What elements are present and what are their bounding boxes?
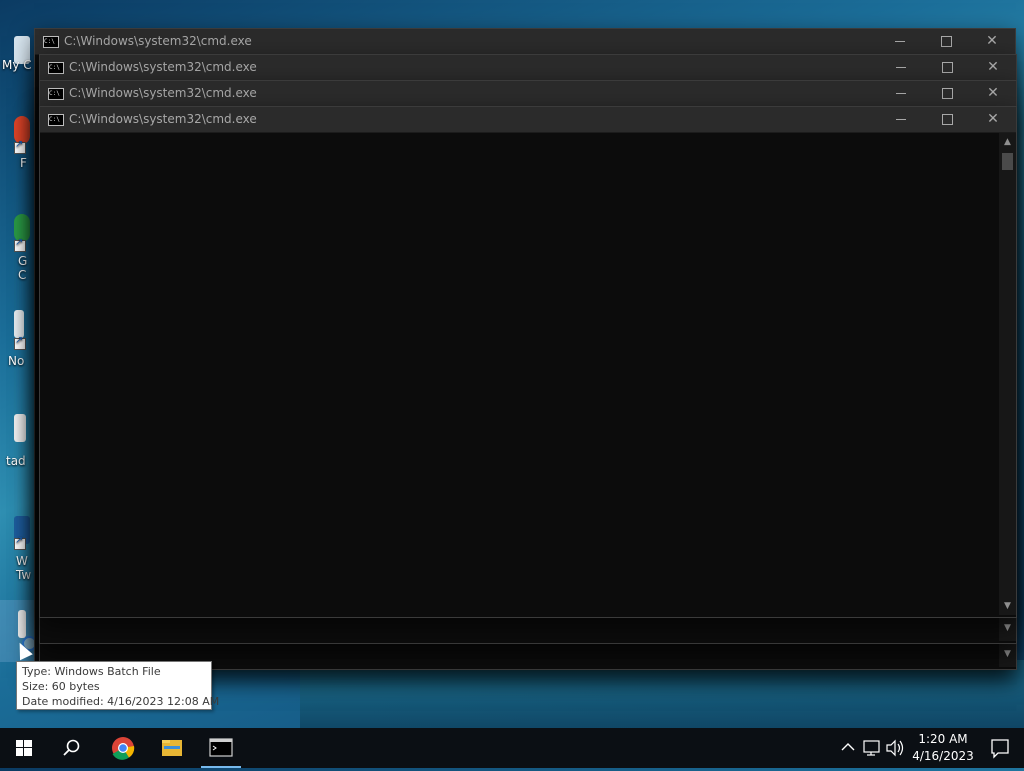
vertical-scrollbar[interactable]: ▼: [999, 641, 1016, 667]
close-button[interactable]: ✕: [970, 81, 1016, 106]
chevron-up-icon: [841, 743, 855, 751]
clock-date: 4/16/2023: [912, 749, 974, 763]
clock[interactable]: 1:20 AM 4/16/2023: [908, 731, 978, 765]
desktop-icon-w-tw[interactable]: W Tw: [0, 514, 34, 584]
maximize-icon: [941, 61, 953, 73]
cmd-icon: C:\: [48, 88, 64, 100]
notification-icon: [991, 739, 1009, 759]
minimize-icon: [896, 92, 906, 94]
windows-logo-icon: [16, 740, 32, 756]
taskbar-file-explorer[interactable]: [148, 728, 196, 768]
desktop-icon-firefox[interactable]: F: [0, 112, 34, 172]
minimize-icon: [896, 118, 906, 120]
file-tooltip: Type: Windows Batch File Size: 60 bytes …: [16, 661, 220, 710]
taskbar-chrome[interactable]: [99, 728, 147, 768]
shortcut-arrow-icon: [14, 139, 26, 154]
shortcut-arrow-icon: [14, 335, 26, 350]
desktop-icon-tad[interactable]: tad: [0, 412, 34, 470]
minimize-button[interactable]: [878, 107, 924, 132]
tooltip-type: Type: Windows Batch File: [22, 665, 161, 678]
cmd-icon: [209, 738, 233, 757]
cmd-window-front[interactable]: C:\ C:\Windows\system32\cmd.exe ✕ ▲ ▼: [39, 106, 1017, 618]
maximize-button[interactable]: [923, 29, 969, 54]
maximize-button[interactable]: [924, 55, 970, 80]
tooltip-size: Size: 60 bytes: [22, 680, 100, 693]
maximize-button[interactable]: [924, 81, 970, 106]
cmd-icon: C:\: [43, 36, 59, 48]
desktop-icon-notepad[interactable]: No: [0, 308, 34, 368]
batch-file-icon: [18, 610, 26, 638]
close-icon: ✕: [987, 111, 999, 127]
cmd-window-titlebar[interactable]: C:\ C:\Windows\system32\cmd.exe ✕: [40, 107, 1016, 133]
search-button[interactable]: [48, 728, 96, 768]
maximize-icon: [941, 113, 953, 125]
cmd-window-titlebar[interactable]: C:\ C:\Windows\system32\cmd.exe ✕: [35, 29, 1015, 55]
console-output-area[interactable]: [40, 133, 999, 617]
document-icon: [14, 414, 26, 442]
search-icon: [63, 739, 80, 756]
taskbar-cmd[interactable]: [197, 728, 245, 768]
close-button[interactable]: ✕: [970, 55, 1016, 80]
minimize-button[interactable]: [878, 81, 924, 106]
desktop-icon-my-computer[interactable]: My C: [0, 36, 34, 76]
cmd-window-titlebar[interactable]: C:\ C:\Windows\system32\cmd.exe ✕: [40, 55, 1016, 81]
maximize-button[interactable]: [924, 107, 970, 132]
clock-time: 1:20 AM: [918, 732, 968, 746]
scroll-up-icon[interactable]: ▲: [999, 137, 1016, 147]
shortcut-arrow-icon: [14, 535, 26, 550]
cmd-window-titlebar[interactable]: C:\ C:\Windows\system32\cmd.exe ✕: [40, 81, 1016, 107]
shortcut-arrow-icon: [14, 237, 26, 252]
close-button[interactable]: ✕: [969, 29, 1015, 54]
close-icon: ✕: [986, 33, 998, 49]
scroll-down-icon[interactable]: ▼: [999, 601, 1016, 611]
minimize-button[interactable]: [877, 29, 923, 54]
close-icon: ✕: [987, 85, 999, 101]
scroll-down-icon[interactable]: ▼: [999, 649, 1016, 659]
cmd-icon: C:\: [48, 114, 64, 126]
maximize-icon: [940, 35, 952, 47]
desktop-icon-google-chrome[interactable]: G C: [0, 212, 34, 286]
minimize-icon: [896, 66, 906, 68]
network-icon: [863, 740, 880, 756]
cmd-icon: C:\: [48, 62, 64, 74]
file-explorer-icon: [162, 740, 182, 756]
start-button[interactable]: [0, 728, 48, 768]
notepad-icon: [14, 310, 24, 338]
chrome-icon: [112, 737, 135, 760]
show-hidden-icons-button[interactable]: [836, 728, 860, 768]
taskbar: 1:20 AM 4/16/2023: [0, 728, 1024, 768]
close-icon: ✕: [987, 59, 999, 75]
tooltip-modified: Date modified: 4/16/2023 12:08 AM: [22, 695, 220, 708]
network-button[interactable]: [860, 728, 884, 768]
volume-icon: [886, 739, 904, 757]
volume-button[interactable]: [884, 728, 906, 768]
action-center-button[interactable]: [976, 728, 1024, 768]
close-button[interactable]: ✕: [970, 107, 1016, 132]
minimize-icon: [895, 40, 905, 42]
vertical-scrollbar[interactable]: ▼: [999, 615, 1016, 641]
scroll-down-icon[interactable]: ▼: [999, 623, 1016, 633]
scrollbar-thumb[interactable]: [1002, 153, 1013, 170]
vertical-scrollbar[interactable]: ▲ ▼: [999, 133, 1016, 615]
minimize-button[interactable]: [878, 55, 924, 80]
maximize-icon: [941, 87, 953, 99]
